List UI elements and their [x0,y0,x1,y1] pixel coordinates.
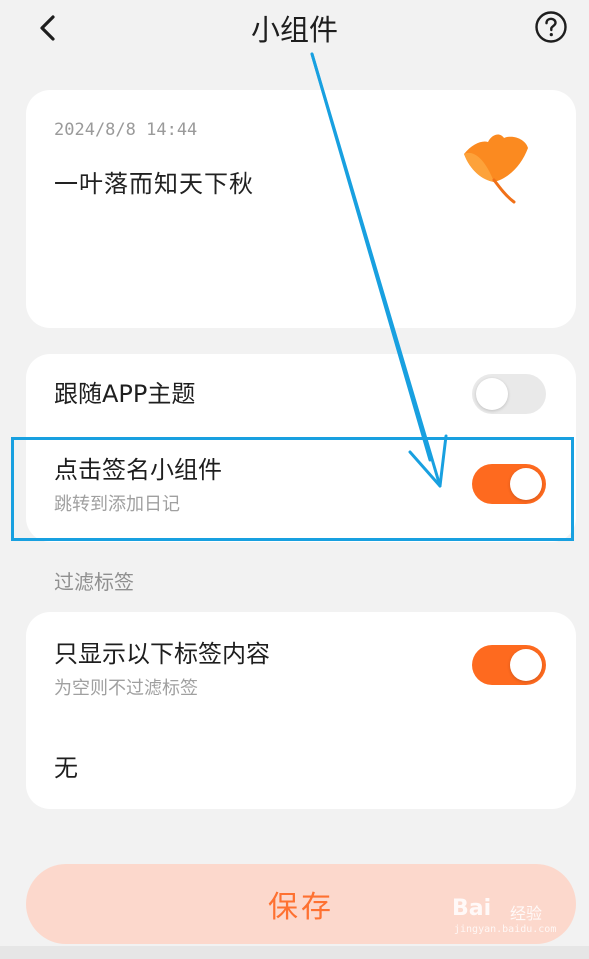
click-widget-title: 点击签名小组件 [54,456,222,484]
show-tags-subtitle: 为空则不过滤标签 [54,678,198,699]
toggle-knob [510,468,542,500]
watermark-brand: Bai [452,896,492,921]
question-circle-icon [535,11,567,43]
help-button[interactable] [533,9,569,45]
tags-value-row[interactable]: 无 [26,732,576,802]
settings-card: 跟随APP主题 点击签名小组件 跳转到添加日记 [26,354,576,542]
watermark-brand-cn: 经验 [510,904,543,923]
show-tags-row: 只显示以下标签内容 为空则不过滤标签 [26,612,576,722]
show-tags-toggle[interactable] [472,645,546,685]
bottom-nav-strip [0,946,589,959]
widget-preview-card: 2024/8/8 14:44 一叶落而知天下秋 [26,90,576,328]
click-widget-row: 点击签名小组件 跳转到添加日记 [26,440,576,542]
show-tags-title: 只显示以下标签内容 [54,640,270,668]
widget-quote: 一叶落而知天下秋 [54,170,254,198]
ginkgo-leaf-icon [464,134,528,204]
page-title: 小组件 [250,13,338,47]
follow-theme-toggle[interactable] [472,374,546,414]
watermark-url: jingyan.baidu.com [454,924,557,935]
tags-value: 无 [54,754,78,782]
filter-card: 只显示以下标签内容 为空则不过滤标签 无 [26,612,576,809]
follow-theme-title: 跟随APP主题 [54,380,196,408]
follow-theme-row: 跟随APP主题 [26,354,576,434]
toggle-knob [510,649,542,681]
filter-section-label: 过滤标签 [54,570,134,594]
click-widget-subtitle: 跳转到添加日记 [54,494,180,515]
header-bar: 小组件 [0,0,589,58]
widget-date: 2024/8/8 14:44 [54,120,198,140]
baidu-watermark: Bai 经验 jingyan.baidu.com [452,894,562,940]
toggle-knob [476,378,508,410]
click-widget-toggle[interactable] [472,464,546,504]
